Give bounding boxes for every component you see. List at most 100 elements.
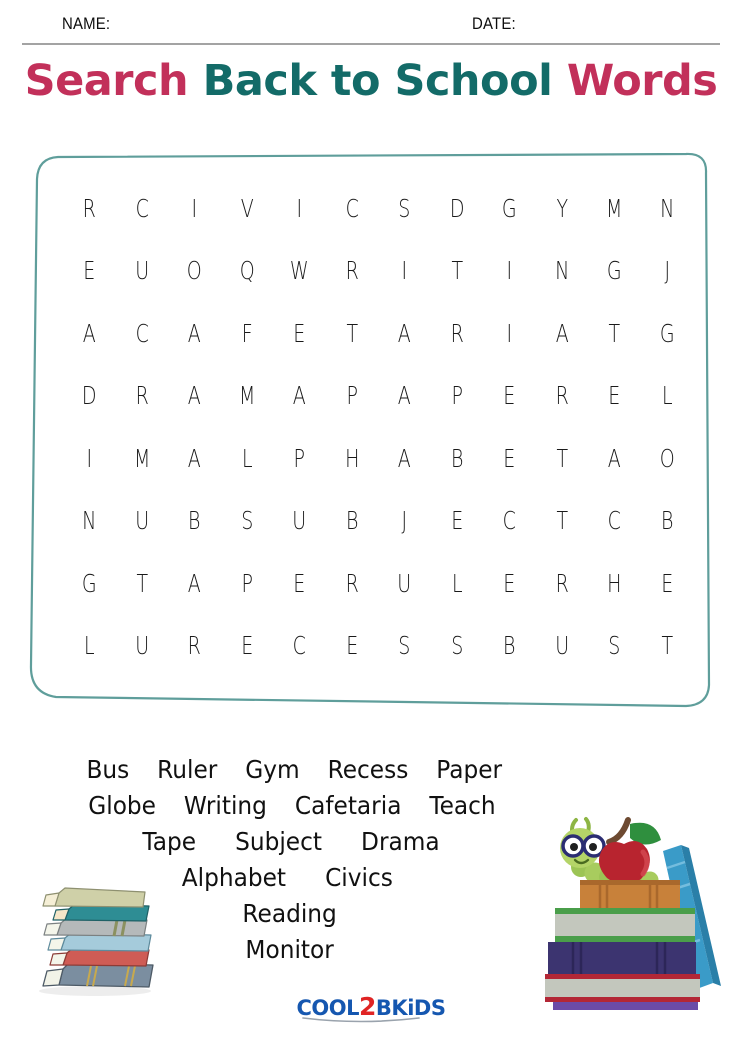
grid-cell: J (401, 506, 408, 536)
grid-cell: A (82, 318, 96, 348)
title-part-backtoschool: Back to School (202, 56, 567, 106)
grid-cell: C (502, 506, 516, 536)
word-item: Subject (235, 827, 323, 856)
grid-cell: C (345, 193, 359, 223)
grid-cell: I (506, 318, 513, 348)
word-item: Bus (86, 755, 130, 784)
grid-cell: C (607, 506, 621, 536)
grid-cell: L (451, 568, 463, 598)
grid-cell: E (660, 568, 673, 598)
book-green (555, 908, 695, 942)
header-divider (22, 43, 720, 45)
grid-cell: C (135, 193, 149, 223)
caterpillar-apple-books-icon (545, 778, 740, 1010)
title-part-words: Words (566, 56, 718, 106)
grid-cell: M (606, 193, 623, 223)
word-item: Tape (142, 827, 197, 856)
grid-cell: V (240, 193, 254, 223)
word-item: Reading (242, 899, 337, 928)
grid-cell: R (345, 568, 359, 598)
grid-cell: T (135, 568, 148, 598)
word-item: Civics (325, 863, 393, 892)
grid-cell: S (608, 631, 621, 661)
book-navy (548, 942, 696, 974)
grid-cell: A (397, 381, 411, 411)
grid-cell: U (134, 506, 149, 536)
grid-cell: B (345, 506, 358, 536)
word-item: Writing (183, 791, 267, 820)
grid-cell: R (135, 381, 149, 411)
grid-cell: E (240, 631, 253, 661)
grid-cell: G (81, 568, 97, 598)
grid-cell: S (398, 193, 411, 223)
grid-cell: U (397, 568, 412, 598)
grid-cell: D (449, 193, 465, 223)
word-search-puzzle: R C I V I C S D G Y M N E U O Q W R I T … (18, 145, 724, 715)
grid-cell: H (607, 568, 622, 598)
grid-cell: Y (555, 193, 568, 223)
grid-cell: I (296, 193, 303, 223)
grid-cell: G (501, 193, 517, 223)
grid-cell: R (555, 381, 569, 411)
grid-cell: B (450, 443, 463, 473)
grid-cell: B (660, 506, 673, 536)
grid-cell: A (292, 381, 306, 411)
word-item: Globe (88, 791, 156, 820)
grid-cell: L (661, 381, 673, 411)
logo-swoosh-icon (301, 1017, 420, 1023)
grid-cell: F (241, 318, 253, 348)
grid-cell: T (555, 443, 568, 473)
title-part-search: Search (24, 56, 203, 106)
word-item: Ruler (157, 755, 218, 784)
word-item: Paper (436, 755, 503, 784)
grid-cell: P (451, 381, 463, 411)
grid-cell: C (292, 631, 306, 661)
grid-cell: A (187, 443, 201, 473)
grid-cell: A (607, 443, 621, 473)
grid-cell: I (191, 193, 198, 223)
word-item: Gym (245, 755, 300, 784)
grid-cell: L (241, 443, 253, 473)
grid-cell: R (187, 631, 201, 661)
cool2bkids-logo[interactable]: COOL2BKiDS (0, 994, 742, 1023)
grid-cell: S (450, 631, 463, 661)
grid-cell: S (240, 506, 253, 536)
grid-cell: T (660, 631, 673, 661)
grid-cell: N (554, 256, 569, 286)
grid-cell: I (401, 256, 408, 286)
grid-cell: A (187, 568, 201, 598)
letter-grid: R C I V I C S D G Y M N E U O Q W R I T … (63, 177, 693, 677)
grid-cell: C (135, 318, 149, 348)
grid-cell: A (397, 318, 411, 348)
grid-cell: T (345, 318, 358, 348)
grid-cell: J (663, 256, 670, 286)
grid-cell: S (398, 631, 411, 661)
grid-cell: G (606, 256, 622, 286)
grid-cell: E (293, 318, 306, 348)
word-item: Drama (361, 827, 440, 856)
grid-cell: T (450, 256, 463, 286)
grid-cell: N (82, 506, 97, 536)
grid-cell: L (83, 631, 95, 661)
word-item: Alphabet (181, 863, 287, 892)
grid-cell: R (555, 568, 569, 598)
grid-cell: U (134, 256, 149, 286)
word-item: Teach (429, 791, 496, 820)
grid-cell: H (344, 443, 359, 473)
grid-cell: R (82, 193, 96, 223)
grid-cell: B (188, 506, 201, 536)
grid-cell: M (238, 381, 255, 411)
grid-cell: T (608, 318, 621, 348)
grid-cell: B (503, 631, 516, 661)
stack-of-books-icon (25, 885, 160, 997)
name-label: NAME: (62, 14, 111, 33)
grid-cell: W (289, 256, 309, 286)
grid-cell: P (346, 381, 358, 411)
grid-cell: Q (239, 256, 255, 286)
grid-cell: A (187, 381, 201, 411)
grid-cell: A (187, 318, 201, 348)
word-item: Recess (327, 755, 409, 784)
grid-cell: E (345, 631, 358, 661)
grid-cell: E (503, 381, 516, 411)
word-item: Cafetaria (294, 791, 402, 820)
